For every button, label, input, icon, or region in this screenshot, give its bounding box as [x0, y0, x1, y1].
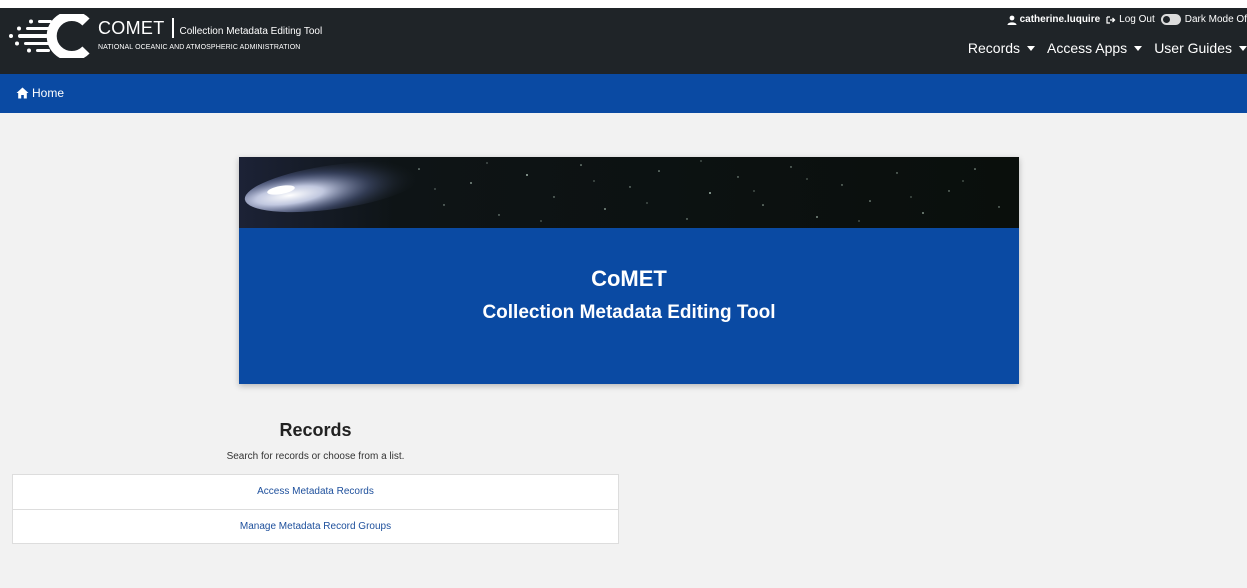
logout-link[interactable]: Log Out [1106, 14, 1155, 25]
manage-metadata-record-groups-link[interactable]: Manage Metadata Record Groups [13, 509, 618, 543]
caret-down-icon [1134, 45, 1143, 51]
user-icon [1007, 15, 1017, 25]
breadcrumb-home-link[interactable]: Home [16, 86, 64, 100]
comet-logo[interactable] [8, 11, 92, 61]
brand-separator [171, 18, 174, 38]
breadcrumb: Home [0, 74, 1247, 113]
nav-user-guides-dropdown[interactable]: User Guides [1154, 40, 1247, 56]
home-icon [16, 87, 29, 99]
records-description: Search for records or choose from a list… [226, 451, 405, 462]
nav-access-apps-label: Access Apps [1047, 40, 1128, 56]
breadcrumb-home-label: Home [32, 86, 65, 100]
brand-name: COMET [98, 18, 165, 38]
user-bar: catherine.luquire Log Out Dark Mode Of [1007, 14, 1247, 25]
nav-records-label: Records [967, 40, 1021, 56]
hero-subtitle: Collection Metadata Editing Tool [482, 302, 776, 323]
comet-logo-icon [9, 11, 90, 61]
nav-user-guides-label: User Guides [1154, 40, 1232, 56]
hero-title: CoMET [591, 266, 667, 291]
caret-down-icon [1239, 45, 1247, 51]
brand-title[interactable]: COMET Collection Metadata Editing Tool [98, 18, 322, 39]
logout-label: Log Out [1119, 14, 1155, 25]
caret-down-icon [1027, 45, 1036, 51]
top-header: COMET Collection Metadata Editing Tool NA… [0, 0, 1247, 74]
logout-icon [1106, 15, 1116, 24]
nav-access-apps-dropdown[interactable]: Access Apps [1047, 40, 1143, 56]
nav-records-dropdown[interactable]: Records [967, 40, 1036, 56]
main-nav: Records Access Apps User Guides [956, 40, 1247, 56]
hero-banner: CoMET Collection Metadata Editing Tool [239, 157, 1019, 384]
records-list: Access Metadata Records Manage Metadata … [12, 474, 619, 544]
dark-mode-toggle[interactable] [1160, 14, 1181, 25]
dark-mode-label: Dark Mode Of [1184, 14, 1247, 25]
access-metadata-records-link[interactable]: Access Metadata Records [13, 475, 618, 509]
brand-tagline: Collection Metadata Editing Tool [179, 26, 323, 37]
records-heading: Records [279, 420, 352, 440]
username[interactable]: catherine.luquire [1020, 14, 1101, 25]
org-name: NATIONAL OCEANIC AND ATMOSPHERIC ADMINIS… [98, 44, 301, 51]
comet-space-image [239, 157, 1019, 228]
